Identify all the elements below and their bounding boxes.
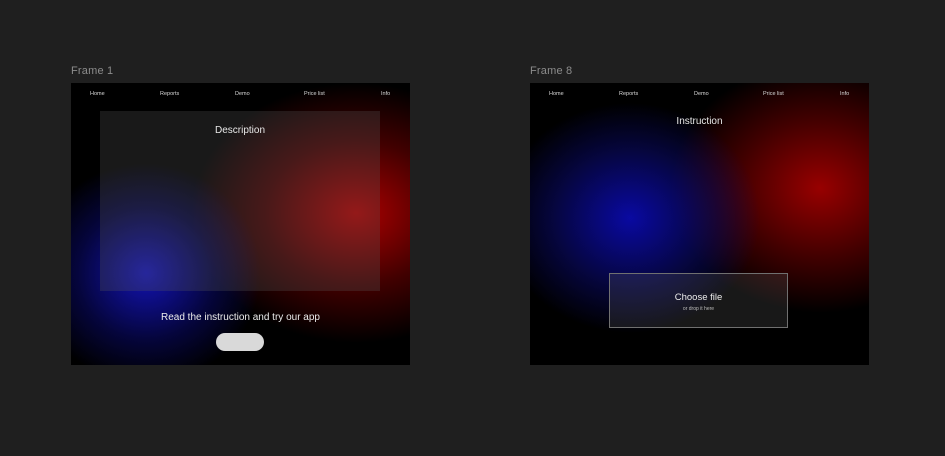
nav-item-demo[interactable]: Demo <box>694 91 709 97</box>
cta-text: Read the instruction and try our app <box>161 312 320 323</box>
frame-8: Home Reports Demo Price list Info Instru… <box>530 83 869 365</box>
nav-bar: Home Reports Demo Price list Info <box>530 91 869 101</box>
nav-item-price-list[interactable]: Price list <box>304 91 325 97</box>
choose-file-label: Choose file <box>674 292 723 303</box>
frame-1-label: Frame 1 <box>71 65 114 77</box>
nav-bar: Home Reports Demo Price list Info <box>71 91 410 101</box>
nav-item-info[interactable]: Info <box>381 91 390 97</box>
instruction-title: Instruction <box>676 116 723 127</box>
drop-hint-label: or drop it here <box>682 306 715 312</box>
nav-item-reports[interactable]: Reports <box>160 91 179 97</box>
nav-item-price-list[interactable]: Price list <box>763 91 784 97</box>
nav-item-home[interactable]: Home <box>90 91 105 97</box>
nav-item-demo[interactable]: Demo <box>235 91 250 97</box>
file-dropzone[interactable]: Choose file or drop it here <box>609 273 788 328</box>
description-panel: Description <box>100 111 380 291</box>
frame-1: Home Reports Demo Price list Info Descri… <box>71 83 410 365</box>
try-app-button[interactable] <box>216 333 264 351</box>
nav-item-home[interactable]: Home <box>549 91 564 97</box>
nav-item-info[interactable]: Info <box>840 91 849 97</box>
description-title: Description <box>214 125 266 136</box>
nav-item-reports[interactable]: Reports <box>619 91 638 97</box>
frame-8-label: Frame 8 <box>530 65 573 77</box>
